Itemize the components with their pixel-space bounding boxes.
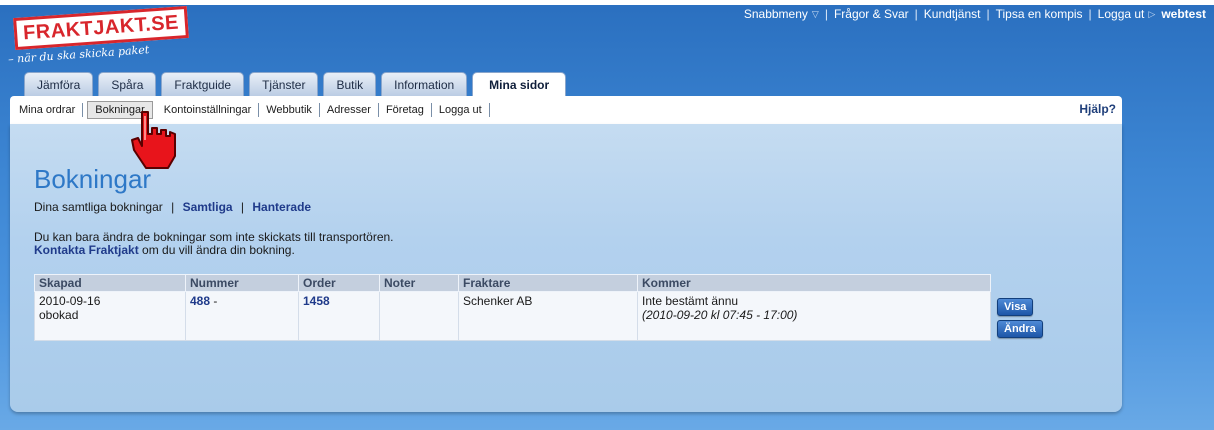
info-contact-text: om du vill ändra din bokning. xyxy=(138,243,295,257)
separator: | xyxy=(171,200,175,214)
main-tabs: Jämföra Spåra Fraktguide Tjänster Butik … xyxy=(24,72,571,98)
contact-link[interactable]: Kontakta Fraktjakt xyxy=(34,243,139,257)
info-text: Du kan bara ändra de bokningar som inte … xyxy=(34,231,394,257)
cell-number: 488 - xyxy=(185,291,299,341)
bookings-table: Skapad Nummer Order Noter Fraktare Komme… xyxy=(34,274,1050,341)
cell-order: 1458 xyxy=(298,291,380,341)
subnav-foretag[interactable]: Företag xyxy=(379,103,432,117)
separator: | xyxy=(240,200,245,214)
user-arrow-icon: ▷ xyxy=(1148,8,1156,19)
tip-friend-link[interactable]: Tipsa en kompis xyxy=(996,7,1083,21)
tab-fraktguide[interactable]: Fraktguide xyxy=(161,72,245,97)
cell-actions: Visa Ändra xyxy=(991,292,1050,341)
col-header-noter: Noter xyxy=(379,274,459,292)
info-contact-line: Kontakta Fraktjakt om du vill ändra din … xyxy=(34,244,394,257)
top-links: Snabbmeny ▽ | Frågor & Svar | Kundtjänst… xyxy=(744,5,1206,23)
filter-handled-link[interactable]: Hanterade xyxy=(252,200,311,214)
username: webtest xyxy=(1161,7,1206,21)
change-button[interactable]: Ändra xyxy=(997,319,1043,338)
separator: | xyxy=(824,7,828,21)
col-header-skapad: Skapad xyxy=(34,274,186,292)
tab-information[interactable]: Information xyxy=(381,72,468,97)
logout-link[interactable]: Logga ut xyxy=(1098,7,1145,21)
tab-jamfora[interactable]: Jämföra xyxy=(24,72,94,97)
logo-stamp: FRAKTJAKT.SE xyxy=(13,5,189,51)
arrival-text: Inte bestämt ännu xyxy=(642,294,739,308)
cell-notes xyxy=(379,291,459,341)
separator: | xyxy=(986,7,990,21)
tab-spara[interactable]: Spåra xyxy=(98,72,157,97)
logo[interactable]: FRAKTJAKT.SE – när du ska skicka paket xyxy=(6,2,216,66)
separator: | xyxy=(914,7,918,21)
col-header-nummer: Nummer xyxy=(185,274,299,292)
tab-tjanster[interactable]: Tjänster xyxy=(249,72,319,97)
subnav-logga-ut[interactable]: Logga ut xyxy=(432,103,490,117)
arrival-window: (2010-09-20 kl 07:45 - 17:00) xyxy=(642,308,798,322)
order-number-link[interactable]: 1458 xyxy=(303,294,330,308)
separator: | xyxy=(1088,7,1092,21)
quick-menu-link[interactable]: Snabbmeny xyxy=(744,7,808,21)
cell-carrier: Schenker AB xyxy=(458,291,638,341)
tab-butik[interactable]: Butik xyxy=(323,72,377,97)
subnav-webbutik[interactable]: Webbutik xyxy=(259,103,320,117)
cell-arrival: Inte bestämt ännu (2010-09-20 kl 07:45 -… xyxy=(637,291,991,341)
col-header-order: Order xyxy=(298,274,380,292)
faq-link[interactable]: Frågor & Svar xyxy=(834,7,909,21)
filter-label: Dina samtliga bokningar xyxy=(34,200,163,214)
table-header-row: Skapad Nummer Order Noter Fraktare Komme… xyxy=(34,274,1050,292)
hand-pointer-cursor-icon xyxy=(131,111,176,169)
subnav-mina-ordrar[interactable]: Mina ordrar xyxy=(12,103,84,117)
help-link[interactable]: Hjälp? xyxy=(1079,102,1116,116)
table-row: 2010-09-16 obokad 488 - 1458 Schenker AB… xyxy=(34,291,1050,341)
tab-mina-sidor[interactable]: Mina sidor xyxy=(472,72,567,98)
created-date: 2010-09-16 xyxy=(39,294,101,308)
col-header-actions xyxy=(991,275,1050,292)
col-header-fraktare: Fraktare xyxy=(458,274,638,292)
number-suffix: - xyxy=(210,294,218,308)
show-button-wrap: Visa xyxy=(997,297,1044,316)
subnav-adresser[interactable]: Adresser xyxy=(320,103,379,117)
col-header-kommer: Kommer xyxy=(637,274,991,292)
filter-all-link[interactable]: Samtliga xyxy=(183,200,233,214)
booking-filters: Dina samtliga bokningar | Samtliga | Han… xyxy=(34,200,311,214)
booking-status: obokad xyxy=(39,308,79,322)
show-button[interactable]: Visa xyxy=(997,297,1034,316)
cell-created: 2010-09-16 obokad xyxy=(34,291,186,341)
customer-service-link[interactable]: Kundtjänst xyxy=(924,7,981,21)
dropdown-triangle-icon[interactable]: ▽ xyxy=(812,9,819,20)
booking-number-link[interactable]: 488 xyxy=(190,294,210,308)
change-button-wrap: Ändra xyxy=(997,319,1044,338)
